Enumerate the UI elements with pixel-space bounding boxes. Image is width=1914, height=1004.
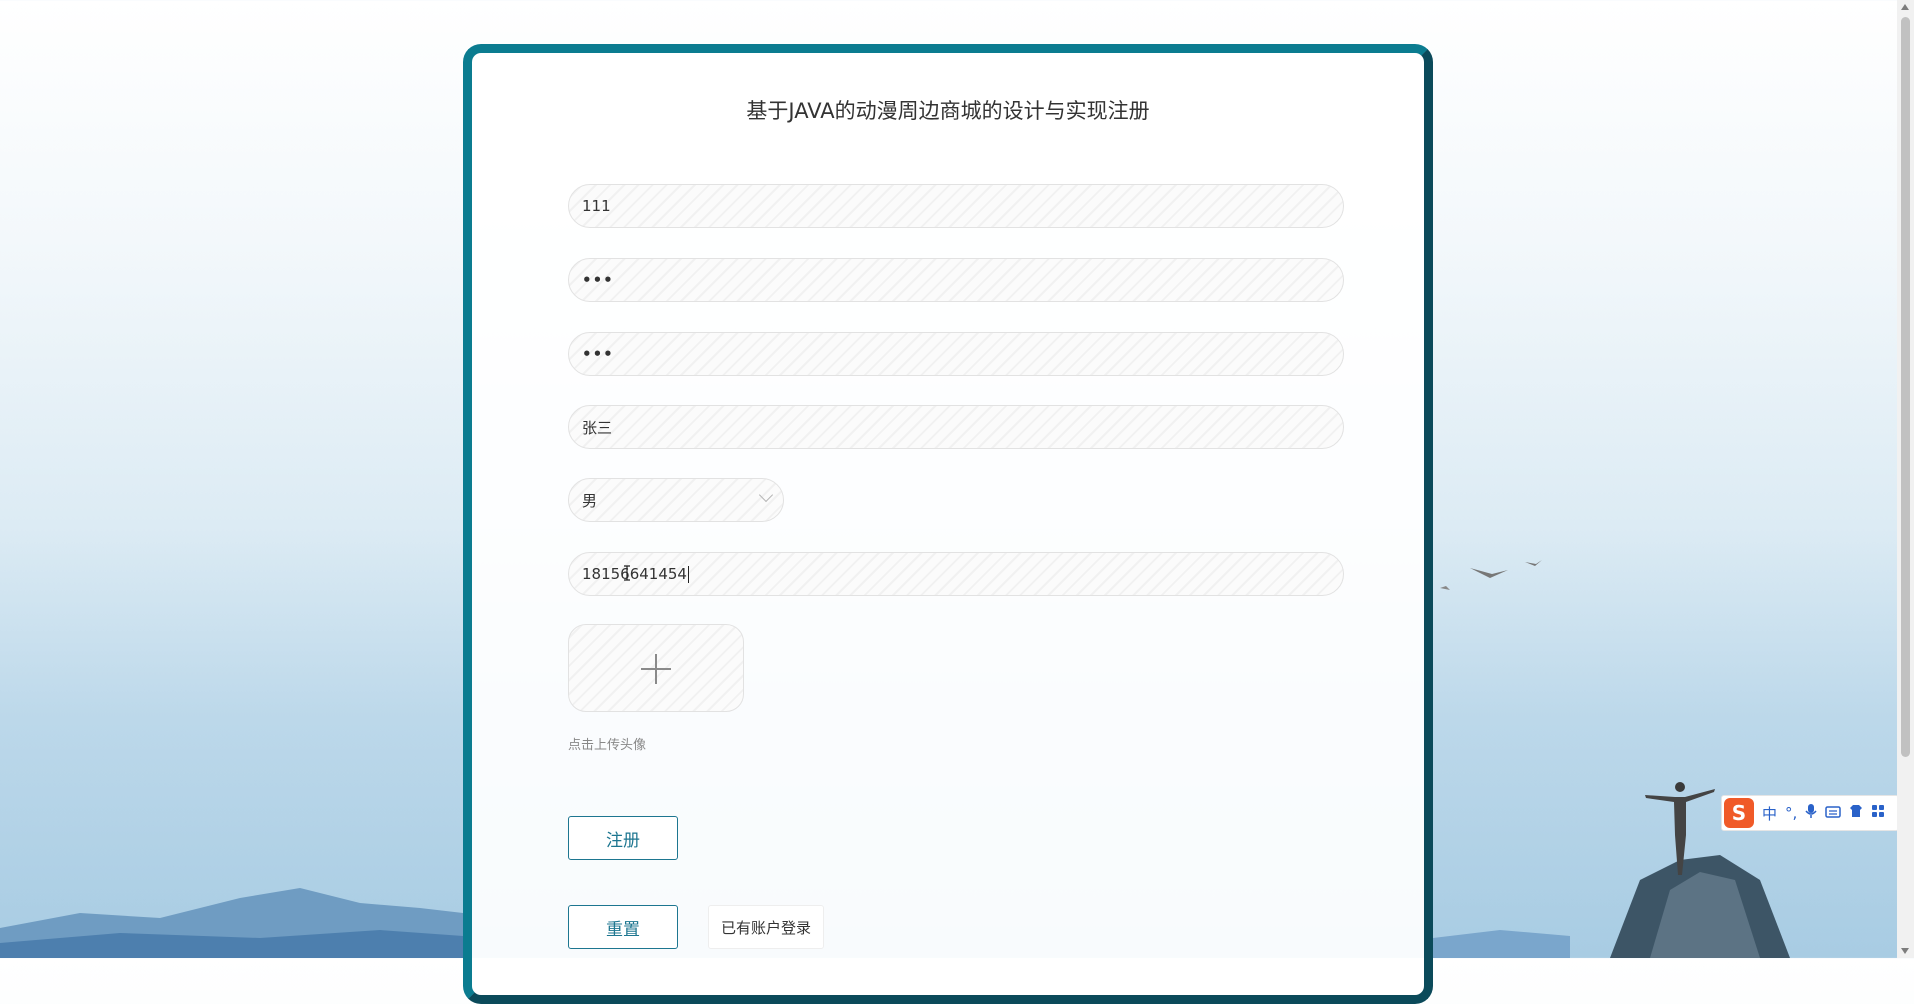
upload-hint: 点击上传头像 — [568, 738, 647, 753]
vertical-scrollbar[interactable] — [1897, 0, 1914, 958]
username-value: 111 — [582, 197, 611, 215]
toolbox-icon[interactable] — [1871, 804, 1885, 822]
username-field[interactable]: 111 — [568, 184, 1344, 228]
chevron-down-icon — [758, 487, 774, 503]
password-field[interactable]: ••• — [568, 258, 1344, 302]
text-cursor-icon — [624, 565, 630, 581]
plus-icon-vertical — [655, 654, 657, 684]
page-title: 基于JAVA的动漫周边商城的设计与实现注册 — [746, 99, 1150, 123]
reset-button[interactable]: 重置 — [568, 905, 678, 949]
confirm-password-field[interactable]: ••• — [568, 332, 1344, 376]
sogou-logo[interactable]: S — [1724, 798, 1754, 828]
ime-punct-toggle[interactable]: °, — [1785, 804, 1797, 822]
name-value: 张三 — [582, 418, 613, 437]
gender-select[interactable]: 男 — [568, 478, 784, 522]
phone-value: 18156641454 — [582, 565, 687, 583]
ime-mode-toggle[interactable]: 中 — [1762, 803, 1777, 824]
register-button[interactable]: 注册 — [568, 816, 678, 860]
name-field[interactable]: 张三 — [568, 405, 1344, 449]
skin-icon[interactable] — [1849, 804, 1863, 822]
password-value: ••• — [582, 271, 614, 289]
scroll-thumb[interactable] — [1901, 17, 1910, 757]
keyboard-icon[interactable] — [1825, 804, 1842, 822]
register-card: 基于JAVA的动漫周边商城的设计与实现注册 111 ••• ••• 张三 男 1… — [463, 44, 1433, 1004]
microphone-icon[interactable] — [1805, 803, 1817, 823]
confirm-password-value: ••• — [582, 345, 614, 363]
phone-field[interactable]: 18156641454 — [568, 552, 1344, 596]
gender-selected-value: 男 — [582, 491, 598, 510]
avatar-upload[interactable] — [568, 624, 744, 712]
login-link-button[interactable]: 已有账户登录 — [708, 905, 824, 949]
scroll-down-icon[interactable] — [1901, 948, 1909, 954]
scroll-up-icon[interactable] — [1901, 4, 1909, 10]
birds-image — [1440, 560, 1542, 590]
text-caret — [687, 565, 689, 583]
rock-image — [1610, 855, 1790, 958]
ime-toolbar[interactable]: S 中 °, — [1721, 795, 1899, 831]
person-image — [1645, 782, 1715, 875]
